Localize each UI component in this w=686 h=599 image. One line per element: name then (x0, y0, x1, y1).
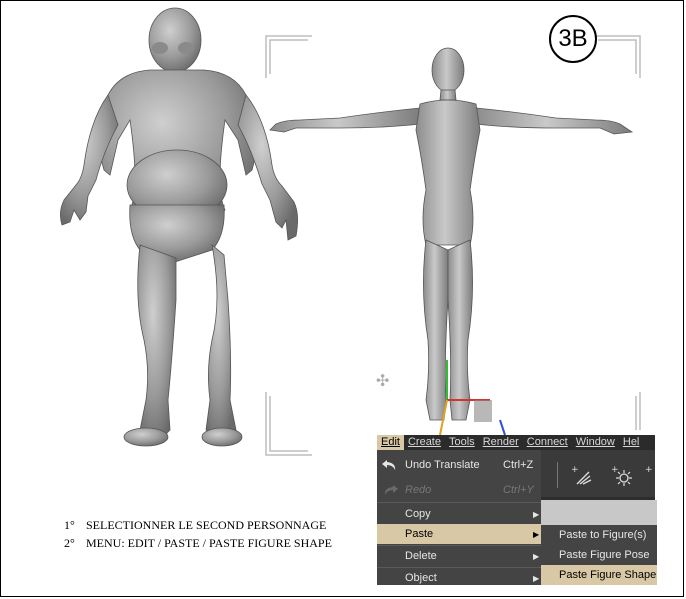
second-figure-base-tpose (269, 47, 634, 421)
menu-item-paste[interactable]: Paste ▶ (377, 524, 541, 544)
svg-text:✣: ✣ (376, 371, 389, 390)
edit-menu-dropdown: Undo Translate Ctrl+Z Redo Ctrl+Y Copy ▶… (377, 450, 541, 585)
menu-edit[interactable]: Edit (377, 435, 404, 450)
instruction-step-2: 2° MENU: EDIT / PASTE / PASTE FIGURE SHAP… (64, 536, 332, 550)
submenu-item-paste-figure-shape[interactable]: Paste Figure Shape (541, 565, 657, 585)
submenu-item-paste-figure-pose[interactable]: Paste Figure Pose (541, 545, 657, 565)
menu-render[interactable]: Render (479, 435, 523, 450)
menu-item-object[interactable]: Object ▶ (377, 568, 541, 588)
submenu-arrow-icon: ▶ (533, 551, 540, 561)
submenu-arrow-icon: ▶ (533, 529, 540, 539)
menu-item-undo[interactable]: Undo Translate Ctrl+Z (377, 455, 541, 475)
menu-tools[interactable]: Tools (445, 435, 479, 450)
first-figure-heavy-male (60, 7, 298, 447)
menu-help[interactable]: Hel (619, 435, 644, 450)
step-badge: 3B (549, 15, 597, 63)
submenu-item-paste-to-figures[interactable]: Paste to Figure(s) (541, 525, 657, 545)
instructions: 1° SELECTIONNER LE SECOND PERSONNAGE 2° ME… (64, 516, 332, 552)
submenu-arrow-icon: ▶ (533, 573, 540, 583)
menu-window[interactable]: Window (572, 435, 619, 450)
paste-submenu: Paste to Figure(s) Paste Figure Pose Pas… (541, 525, 657, 585)
instruction-step-1: 1° SELECTIONNER LE SECOND PERSONNAGE (64, 518, 327, 532)
menu-item-copy[interactable]: Copy ▶ (377, 504, 541, 524)
spotlight-icon[interactable]: + (571, 464, 593, 486)
menu-separator (377, 502, 541, 503)
menu-connect[interactable]: Connect (523, 435, 572, 450)
point-light-icon[interactable]: + (611, 464, 633, 486)
lights-toolbar: + + + (541, 450, 655, 500)
svg-text:+: + (611, 465, 619, 475)
svg-text:+: + (645, 465, 653, 475)
menu-item-redo[interactable]: Redo Ctrl+Y (377, 480, 541, 500)
toolbar-separator (557, 462, 558, 488)
submenu-arrow-icon: ▶ (533, 509, 540, 519)
redo-icon (384, 485, 398, 495)
panel-background (541, 500, 657, 525)
menu-bar: Edit Create Tools Render Connect Window … (377, 435, 655, 450)
svg-text:+: + (571, 465, 579, 475)
add-light-icon[interactable]: + (645, 464, 667, 486)
menu-create[interactable]: Create (404, 435, 445, 450)
undo-icon (382, 460, 396, 470)
menu-item-delete[interactable]: Delete ▶ (377, 546, 541, 566)
